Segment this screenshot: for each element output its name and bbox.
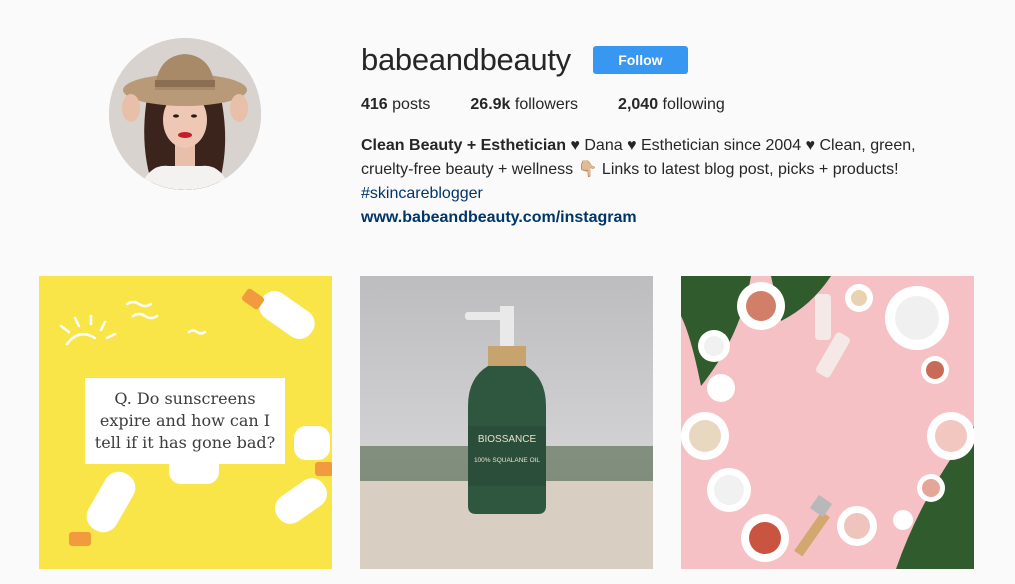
following-label: following	[662, 96, 725, 113]
bio-line-1: Clean Beauty + Esthetician ♥ Dana ♥ Esth…	[361, 134, 961, 158]
posts-count: 416	[361, 96, 388, 113]
posts-label: posts	[392, 96, 431, 113]
bio-name: Clean Beauty + Esthetician	[361, 137, 566, 154]
profile-header: babeandbeauty Follow 416 posts 26.9k fol…	[361, 38, 981, 230]
followers-stat[interactable]: 26.9k followers	[470, 96, 578, 114]
bottle-brand: BIOSSANCE	[478, 434, 537, 445]
bio-hashtag-link[interactable]: #skincareblogger	[361, 185, 483, 202]
followers-label: followers	[514, 96, 579, 113]
posts-stat: 416 posts	[361, 96, 430, 114]
profile-avatar[interactable]	[109, 38, 261, 190]
posts-grid: Q. Do sunscreens expire and how can I te…	[39, 276, 974, 569]
profile-bio: Clean Beauty + Esthetician ♥ Dana ♥ Esth…	[361, 134, 961, 230]
profile-stats: 416 posts 26.9k followers 2,040 followin…	[361, 96, 981, 114]
bio-line1-text: ♥ Dana ♥ Esthetician since 2004 ♥ Clean,…	[565, 137, 916, 154]
following-stat[interactable]: 2,040 following	[618, 96, 725, 114]
bio-line-2: cruelty-free beauty + wellness 👇🏼 Links …	[361, 161, 899, 178]
title-row: babeandbeauty Follow	[361, 38, 981, 82]
username: babeandbeauty	[361, 42, 571, 77]
post-1-caption-box: Q. Do sunscreens expire and how can I te…	[85, 378, 285, 464]
bottle-product: 100% SQUALANE OIL	[474, 457, 540, 464]
website-link[interactable]: www.babeandbeauty.com/instagram	[361, 206, 961, 230]
follow-button[interactable]: Follow	[592, 46, 688, 74]
post-tile-2[interactable]: BIOSSANCE 100% SQUALANE OIL	[360, 276, 653, 569]
post-tile-3[interactable]	[681, 276, 974, 569]
following-count: 2,040	[618, 96, 659, 113]
post-tile-1[interactable]: Q. Do sunscreens expire and how can I te…	[39, 276, 332, 569]
followers-count: 26.9k	[470, 96, 511, 113]
